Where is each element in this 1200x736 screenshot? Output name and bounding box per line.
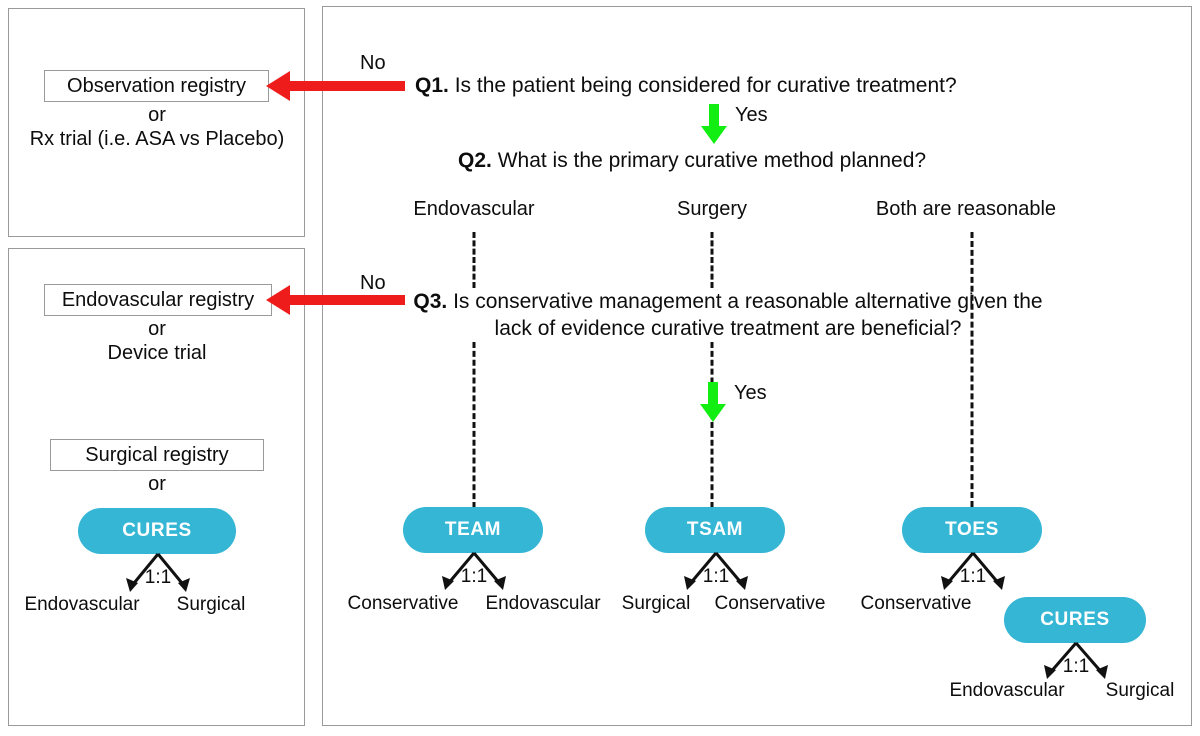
team-ratio: 1:1 <box>460 566 488 587</box>
q1-text: Q1. Is the patient being considered for … <box>415 72 957 99</box>
surgical-or-label: or <box>148 473 166 495</box>
cures-right-arm-endovascular: Endovascular <box>949 680 1065 701</box>
cures-pill-right-label: CURES <box>1040 609 1110 630</box>
cures-pill-left-label: CURES <box>122 520 192 541</box>
tsam-pill-label: TSAM <box>686 519 744 540</box>
q2-option-both: Both are reasonable <box>875 198 1057 220</box>
tsam-ratio: 1:1 <box>702 566 730 587</box>
q3-yes-label: Yes <box>734 382 767 404</box>
endovascular-or-label: or <box>148 318 166 340</box>
rx-trial-label: Rx trial (i.e. ASA vs Placebo) <box>29 128 285 150</box>
q3-body-line1: Is conservative management a reasonable … <box>453 290 952 313</box>
device-trial-label: Device trial <box>107 342 207 364</box>
q1-yes-label: Yes <box>735 104 768 126</box>
dashed-line-both-upper <box>970 232 974 507</box>
cures-pill-right[interactable]: CURES <box>1004 597 1146 643</box>
q2-body: What is the primary curative method plan… <box>497 149 927 172</box>
q1-tag: Q1. <box>415 74 449 97</box>
q1-body: Is the patient being considered for cura… <box>454 74 957 97</box>
q1-yes-arrow <box>701 104 727 144</box>
tsam-arm-surgical: Surgical <box>621 593 691 614</box>
dashed-line-surgery-upper <box>710 232 714 288</box>
cures-right-arm-surgical: Surgical <box>1105 680 1175 701</box>
q2-tag: Q2. <box>458 149 492 172</box>
toes-pill-label: TOES <box>945 519 999 540</box>
cures-left-ratio: 1:1 <box>144 567 172 588</box>
cures-left-arm-endovascular: Endovascular <box>24 594 140 615</box>
cures-pill-left[interactable]: CURES <box>78 508 236 554</box>
toes-ratio: 1:1 <box>959 566 987 587</box>
tsam-arm-conservative: Conservative <box>714 593 826 614</box>
dashed-line-endovascular-lower <box>472 342 476 508</box>
q3-no-label: No <box>360 272 386 294</box>
surgical-registry-label: Surgical registry <box>85 443 229 466</box>
tsam-pill[interactable]: TSAM <box>645 507 785 553</box>
q3-tag: Q3. <box>413 290 448 313</box>
team-pill-label: TEAM <box>444 519 502 540</box>
toes-pill[interactable]: TOES <box>902 507 1042 553</box>
q1-no-arrow <box>288 81 405 91</box>
q2-text: Q2. What is the primary curative method … <box>458 147 926 174</box>
surgical-registry-box: Surgical registry <box>50 439 264 471</box>
q3-text: Q3. Is conservative management a reasona… <box>408 288 1048 343</box>
team-arm-conservative: Conservative <box>347 593 459 614</box>
q3-yes-arrow <box>700 382 726 422</box>
q1-no-label: No <box>360 52 386 74</box>
toes-arm-conservative: Conservative <box>860 593 972 614</box>
q3-no-arrow <box>288 295 405 305</box>
dashed-line-endovascular-upper <box>472 232 476 288</box>
endovascular-registry-label: Endovascular registry <box>61 288 255 311</box>
q2-option-surgery: Surgery <box>676 198 748 220</box>
cures-left-arm-surgical: Surgical <box>176 594 246 615</box>
team-pill[interactable]: TEAM <box>403 507 543 553</box>
team-arm-endovascular: Endovascular <box>485 593 601 614</box>
observation-or-label: or <box>148 104 166 126</box>
observation-registry-label: Observation registry <box>67 74 246 97</box>
cures-right-ratio: 1:1 <box>1062 656 1090 677</box>
observation-registry-box: Observation registry <box>44 70 269 102</box>
q2-option-endovascular: Endovascular <box>413 198 535 220</box>
dashed-line-surgery-lower <box>710 342 714 508</box>
endovascular-registry-box: Endovascular registry <box>44 284 272 316</box>
